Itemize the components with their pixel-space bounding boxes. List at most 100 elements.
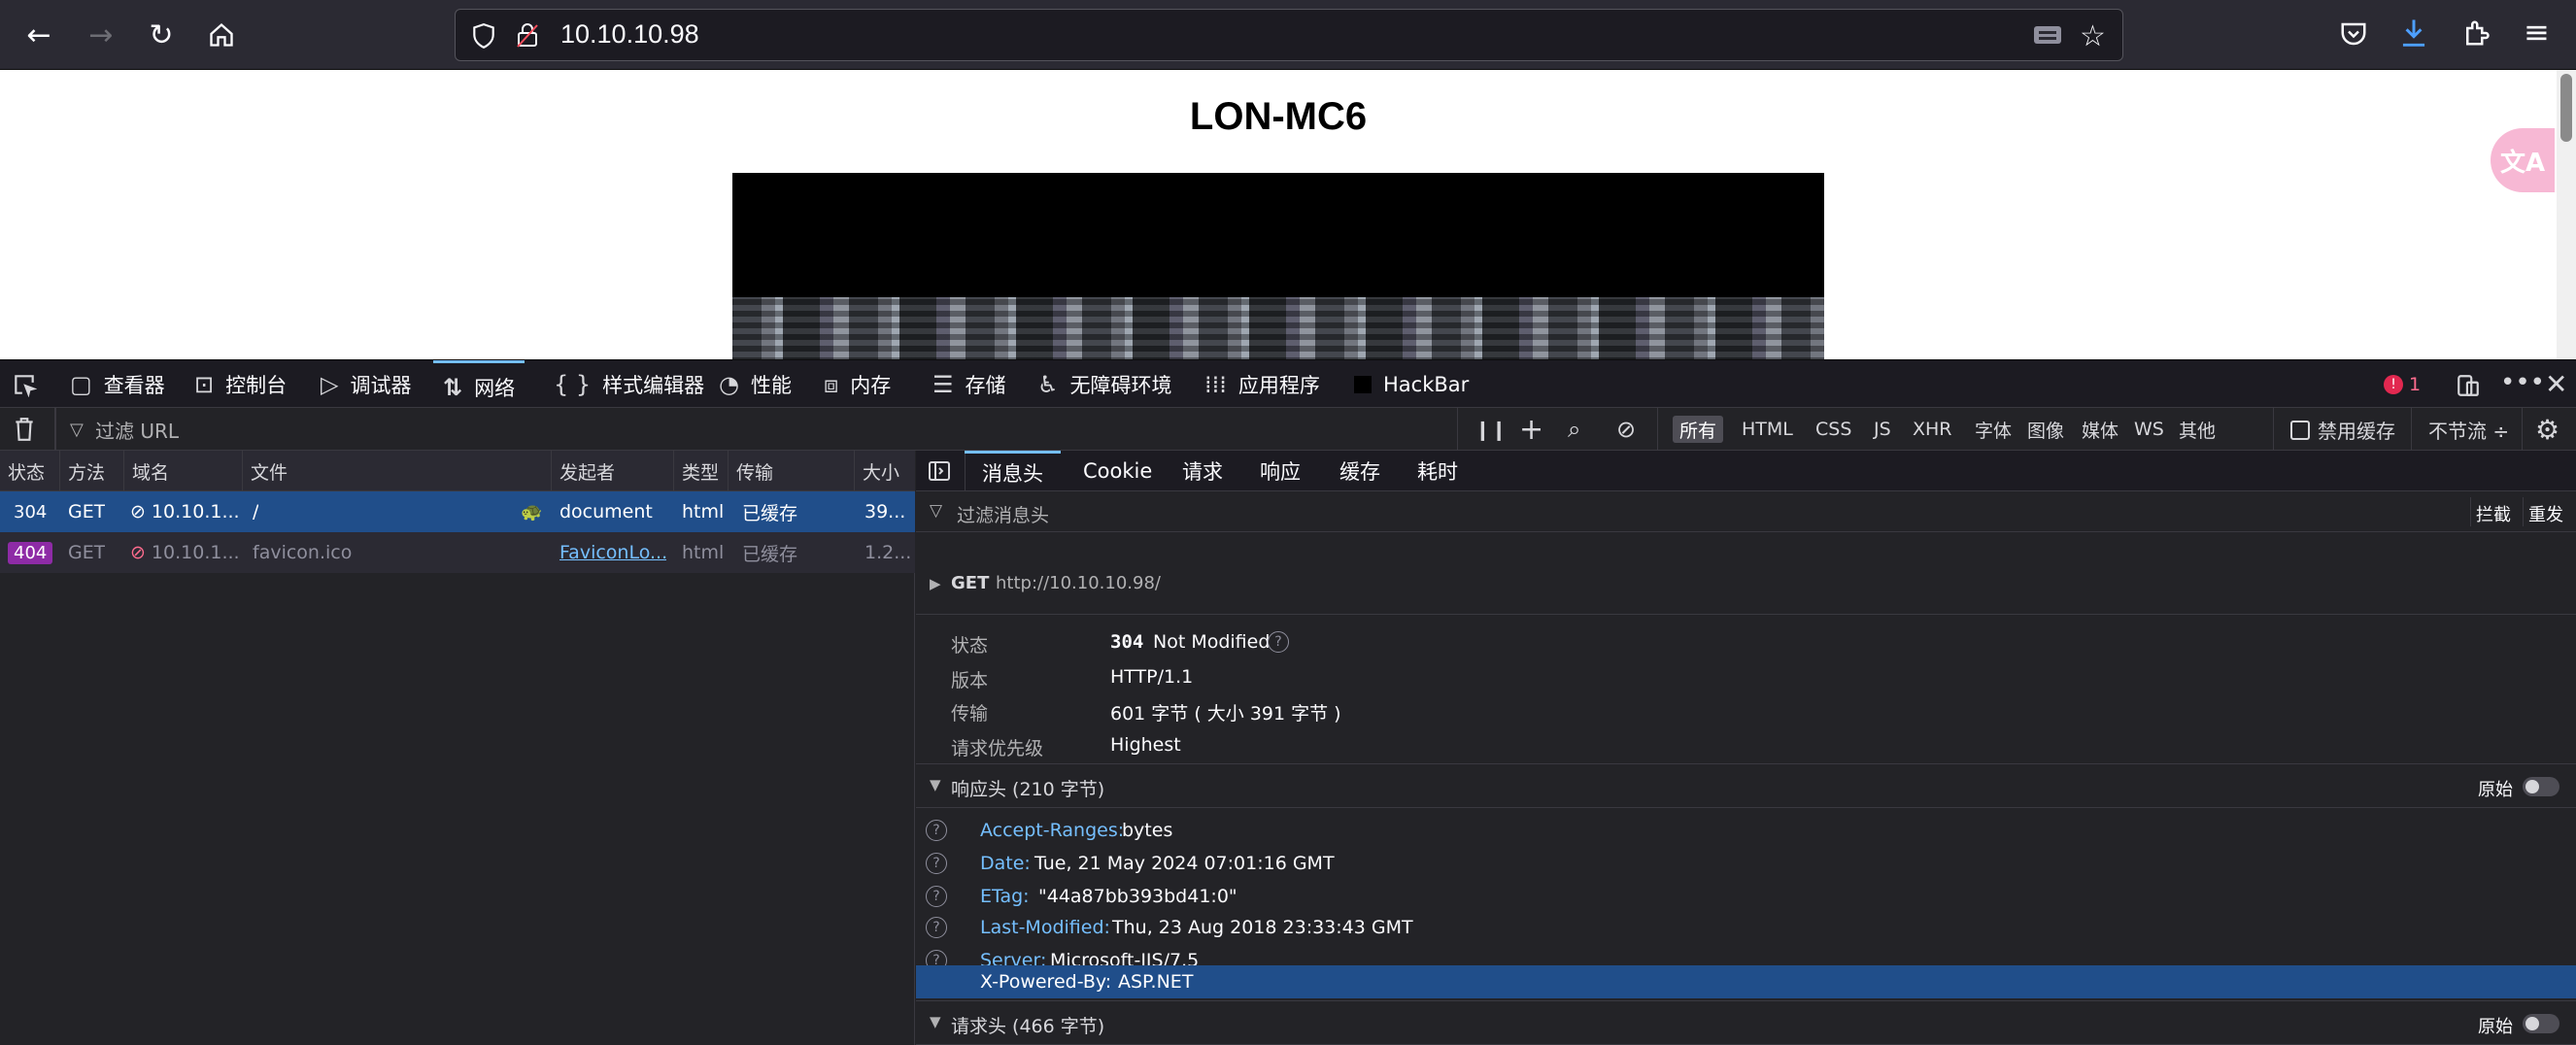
url-text[interactable]: 10.10.10.98 xyxy=(560,19,699,50)
resend-button[interactable]: 重发 xyxy=(2528,501,2563,526)
reader-view-icon[interactable] xyxy=(2033,23,2062,51)
forward-icon[interactable]: → xyxy=(80,14,122,56)
type-filter-ws[interactable]: WS xyxy=(2127,416,2171,443)
raw-toggle[interactable] xyxy=(2523,777,2559,796)
type-filter-fonts[interactable]: 字体 xyxy=(1968,416,2018,443)
tab-timings[interactable]: 耗时 xyxy=(1417,451,1458,491)
block-url-icon[interactable]: ⊘ xyxy=(1616,408,1636,451)
col-domain[interactable]: 域名 xyxy=(124,451,243,491)
close-devtools-icon[interactable]: ✕ xyxy=(2545,368,2567,400)
tab-memory[interactable]: ⧈ 内存 xyxy=(824,360,891,409)
help-icon[interactable]: ? xyxy=(926,853,947,874)
request-list-header: 状态 方法 域名 文件 发起者 类型 传输 大小 xyxy=(0,451,915,491)
help-icon[interactable]: ? xyxy=(1268,631,1289,653)
downloads-icon[interactable] xyxy=(2399,17,2428,52)
tab-hackbar[interactable]: HackBar xyxy=(1354,360,1469,409)
error-count-label: 1 xyxy=(2409,374,2422,395)
disable-cache-checkbox[interactable] xyxy=(2290,421,2310,440)
search-icon[interactable]: ⌕ xyxy=(1568,408,1580,451)
tab-network[interactable]: ⇅ 网络 xyxy=(433,360,525,411)
header-value: "44a87bb393bd41:0" xyxy=(1038,886,1237,907)
block-button[interactable]: 拦截 xyxy=(2476,501,2511,526)
tracking-shield-icon[interactable] xyxy=(471,22,496,53)
col-initiator[interactable]: 发起者 xyxy=(552,451,674,491)
tab-inspector[interactable]: ▢ 查看器 xyxy=(70,360,165,409)
col-status[interactable]: 状态 xyxy=(0,451,60,491)
pocket-icon[interactable] xyxy=(2339,19,2368,52)
type-filter-xhr[interactable]: XHR xyxy=(1906,416,1959,443)
home-icon[interactable] xyxy=(200,14,243,56)
responsive-design-icon[interactable] xyxy=(2456,372,2481,403)
bookmark-star-icon[interactable]: ☆ xyxy=(2080,19,2106,53)
devtools-tabbar: ▢ 查看器 ⊡ 控制台 ▷ 调试器 ⇅ 网络 { } 样式编辑器 ◔ 性能 ⧈ 内存 ☰ 存储 … xyxy=(0,359,2576,408)
help-icon[interactable]: ? xyxy=(926,886,947,907)
filter-funnel-icon: ▽ xyxy=(930,501,943,521)
tab-accessibility[interactable]: ♿ 无障碍环境 xyxy=(1037,360,1172,409)
tab-debugger[interactable]: ▷ 调试器 xyxy=(321,360,411,409)
hackbar-icon xyxy=(1354,376,1372,393)
error-count[interactable]: ! 1 xyxy=(2384,360,2421,409)
col-size[interactable]: 大小 xyxy=(855,451,915,491)
translate-widget-icon[interactable]: 文A xyxy=(2491,128,2555,192)
type-filter-other[interactable]: 其他 xyxy=(2172,416,2222,443)
tab-application[interactable]: ⁞⁞⁞ 应用程序 xyxy=(1204,360,1320,409)
back-icon[interactable]: ← xyxy=(17,14,60,56)
tab-style-editor[interactable]: { } 样式编辑器 xyxy=(554,360,704,409)
type-filter-media[interactable]: 媒体 xyxy=(2075,416,2125,443)
debugger-icon: ▷ xyxy=(321,371,339,398)
summary-label-transfer: 传输 xyxy=(951,703,989,725)
tab-performance[interactable]: ◔ 性能 xyxy=(719,360,792,409)
extensions-icon[interactable] xyxy=(2461,17,2491,52)
page-scrollbar-thumb[interactable] xyxy=(2560,74,2572,142)
toggle-sidebar-icon[interactable] xyxy=(928,459,951,487)
app-menu-icon[interactable]: ≡ xyxy=(2524,14,2550,51)
header-value: bytes xyxy=(1122,820,1173,841)
response-headers-section[interactable]: ▼ 响应头 (210 字节) 原始 xyxy=(916,763,2576,808)
page-title: LON-MC6 xyxy=(1189,95,1368,138)
raw-toggle[interactable] xyxy=(2523,1014,2559,1033)
tab-cookie[interactable]: Cookie xyxy=(1083,451,1152,491)
tab-storage[interactable]: ☰ 存储 xyxy=(932,360,1006,409)
tab-headers[interactable]: 消息头 xyxy=(965,451,1061,491)
col-transfer[interactable]: 传输 xyxy=(729,451,855,491)
insecure-icon: ⊘ xyxy=(130,501,146,522)
tab-console[interactable]: ⊡ 控制台 xyxy=(194,360,287,409)
reload-icon[interactable]: ↻ xyxy=(140,14,183,56)
initiator-link[interactable]: FaviconLo... xyxy=(559,532,666,573)
help-icon[interactable]: ? xyxy=(926,820,947,841)
throttle-select[interactable]: 不节流 ÷ xyxy=(2428,408,2509,451)
size-cell: 39... xyxy=(864,501,906,522)
tab-cache[interactable]: 缓存 xyxy=(1339,451,1380,491)
type-filter-css[interactable]: CSS xyxy=(1809,416,1858,443)
page-scrollbar[interactable] xyxy=(2557,70,2576,359)
headers-filter-input[interactable]: 过滤消息头 xyxy=(957,501,1049,527)
network-icon: ⇅ xyxy=(443,373,463,401)
col-file[interactable]: 文件 xyxy=(243,451,552,491)
element-picker-icon[interactable] xyxy=(12,372,38,401)
insecure-lock-icon[interactable] xyxy=(516,21,539,52)
table-row[interactable]: 304 GET ⊘ 10.10.1... / 🐢 document html 已缓… xyxy=(0,491,915,532)
tab-response[interactable]: 响应 xyxy=(1260,451,1301,491)
clear-requests-icon[interactable] xyxy=(14,417,35,446)
add-request-icon[interactable]: + xyxy=(1519,408,1543,451)
type-filter-images[interactable]: 图像 xyxy=(2020,416,2071,443)
help-icon[interactable]: ? xyxy=(926,917,947,938)
type-filter-js[interactable]: JS xyxy=(1867,416,1898,443)
more-options-icon[interactable]: ••• xyxy=(2500,368,2545,397)
col-method[interactable]: 方法 xyxy=(60,451,124,491)
request-url[interactable]: http://10.10.10.98/ xyxy=(996,573,1161,593)
tab-request[interactable]: 请求 xyxy=(1182,451,1223,491)
collapse-triangle-icon[interactable]: ▼ xyxy=(930,1013,941,1030)
expand-triangle-icon[interactable]: ▶ xyxy=(930,575,941,592)
type-filter-all[interactable]: 所有 xyxy=(1673,416,1724,443)
col-type[interactable]: 类型 xyxy=(674,451,729,491)
table-row[interactable]: 404 GET ⊘ 10.10.1... favicon.ico FaviconL… xyxy=(0,532,915,573)
network-settings-gear-icon[interactable]: ⚙ xyxy=(2535,408,2559,451)
header-row-selected[interactable]: X-Powered-By: ASP.NET xyxy=(916,965,2576,998)
request-headers-section[interactable]: ▼ 请求头 (466 字节) 原始 xyxy=(916,1000,2576,1045)
url-filter-input[interactable]: 过滤 URL xyxy=(95,408,179,451)
pause-icon[interactable]: ❙❙ xyxy=(1474,408,1508,451)
type-filter-html[interactable]: HTML xyxy=(1735,416,1800,443)
collapse-triangle-icon[interactable]: ▼ xyxy=(930,776,941,793)
url-bar[interactable]: 10.10.10.98 ☆ xyxy=(455,9,2123,61)
